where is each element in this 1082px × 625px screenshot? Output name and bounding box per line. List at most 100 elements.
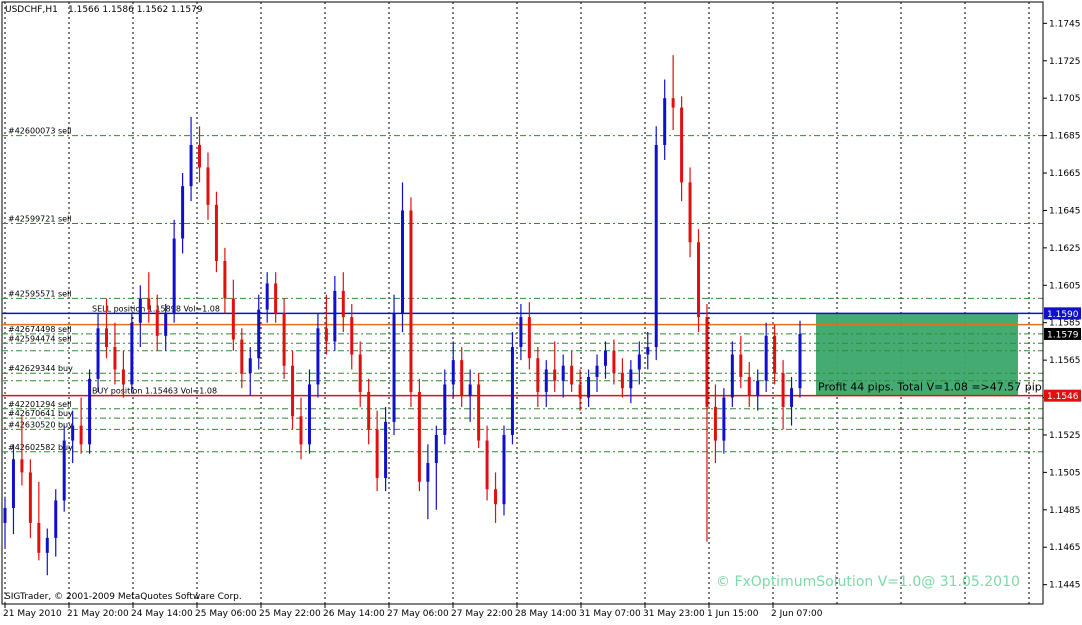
candle-bear [79, 425, 83, 445]
candle-bull [54, 500, 58, 538]
candle-bull [88, 378, 92, 445]
candle-bull [756, 380, 760, 396]
candle-bear [612, 350, 616, 374]
candle-bear [375, 429, 379, 478]
price-tick-label: 1.1605 [1049, 281, 1081, 291]
profit-box-label: Profit 44 pips. Total V=1.08 =>47.57 pip [818, 381, 1042, 394]
candle-bull [434, 434, 438, 464]
candle-bear [494, 489, 498, 505]
candle-bull [544, 369, 548, 392]
order-line-label: #42600073 sell [8, 127, 72, 136]
price-tick-label: 1.1745 [1049, 19, 1081, 29]
candle-bear [223, 260, 227, 299]
candle-bear [773, 335, 777, 374]
price-tick-label: 1.1465 [1049, 543, 1081, 553]
price-tick-label: 1.1565 [1049, 356, 1081, 366]
time-label: 31 May 23:00 [643, 609, 705, 619]
chart-window[interactable]: Profit 44 pips. Total V=1.08 =>47.57 pip… [0, 0, 1082, 621]
candle-bull [62, 440, 66, 501]
candle-bull [3, 507, 7, 523]
time-label: 26 May 14:00 [323, 609, 385, 619]
candle-bull [790, 388, 794, 407]
candle-bull [730, 354, 734, 398]
candle-bull [333, 290, 337, 342]
candle-bear [350, 317, 354, 355]
candle-bear [781, 373, 785, 407]
price-tick-label: 1.1685 [1049, 132, 1081, 142]
candle-bull [71, 425, 75, 441]
price-tick-label: 1.1705 [1049, 94, 1081, 104]
order-line-label: #42201294 sell [8, 400, 72, 409]
candle-bear [37, 522, 41, 553]
time-label: 27 May 22:00 [451, 609, 513, 619]
candle-bull [764, 335, 768, 381]
candle-bull [257, 309, 261, 359]
order-line-label: #42674498 sell [8, 325, 72, 334]
candle-bull [510, 347, 514, 435]
time-label: 24 May 14:00 [131, 609, 193, 619]
candle-bear [113, 347, 117, 370]
candle-bear [231, 298, 235, 340]
candle-bull [401, 210, 404, 314]
price-tick-label: 1.1725 [1049, 57, 1081, 67]
time-label: 27 May 06:00 [387, 609, 449, 619]
candle-bear [477, 384, 481, 441]
candle-bear [460, 360, 464, 396]
candle-bear [713, 406, 717, 441]
candle-bear [198, 144, 202, 168]
candle-bear [705, 317, 709, 407]
candle-bear [358, 354, 362, 392]
candle-bull [307, 384, 311, 445]
candle-bull [130, 322, 134, 385]
candle-bull [443, 384, 447, 435]
candle-bear [155, 309, 159, 336]
candle-bear [536, 358, 540, 392]
candle-bear [206, 167, 210, 205]
candle-bull [138, 298, 142, 323]
candle-bear [417, 391, 421, 482]
price-chart[interactable]: Profit 44 pips. Total V=1.08 =>47.57 pip… [0, 0, 1082, 621]
candle-bear [671, 98, 675, 108]
candle-bear [367, 391, 371, 430]
candle-bear [240, 339, 244, 374]
candle-bull [798, 333, 802, 389]
candle-bull [45, 537, 49, 553]
price-tag-label: 1.1579 [1047, 330, 1079, 340]
candle-bull [265, 283, 269, 310]
candle-bull [519, 317, 523, 348]
candle-bear [147, 298, 151, 310]
candle-bear [104, 328, 108, 348]
candle-bear [121, 369, 125, 385]
candle-bull [637, 354, 641, 370]
candle-bear [620, 373, 624, 389]
candle-bear [282, 313, 286, 366]
time-label: 25 May 06:00 [195, 609, 257, 619]
candle-bear [553, 369, 557, 381]
price-tick-label: 1.1445 [1049, 581, 1081, 591]
copyright-text: SIGTrader, © 2001-2009 MetaQuotes Softwa… [5, 592, 242, 602]
candle-bear [214, 204, 218, 261]
candle-bear [274, 283, 278, 314]
candle-bear [688, 182, 692, 243]
candle-bear [578, 384, 582, 398]
chart-header-symbol: USDCHF,H1 [5, 5, 58, 15]
order-line-label: #42595571 sell [8, 289, 72, 298]
watermark-text: © FxOptimumSolution V=1.0@ 31.05.2010 [716, 574, 1020, 590]
time-label: 1 Jun 15:00 [707, 609, 759, 619]
position-line-label: BUY position 1.15463 Vol=1.08 [92, 387, 217, 396]
order-line-label: #42670641 buy [8, 409, 73, 418]
candle-bull [392, 313, 396, 422]
candle-bull [96, 328, 100, 379]
candle-bull [181, 186, 185, 239]
candle-bear [570, 365, 574, 385]
price-tag-label: 1.1590 [1047, 310, 1079, 320]
candle-bear [28, 472, 32, 523]
candle-bull [502, 434, 506, 505]
order-line-label: #42599721 sell [8, 215, 72, 224]
candle-bull [595, 365, 599, 377]
candle-bull [248, 358, 252, 374]
candle-bull [172, 238, 176, 314]
candle-bull [629, 369, 633, 389]
candle-bull [663, 98, 667, 145]
candle-bear [291, 365, 295, 417]
